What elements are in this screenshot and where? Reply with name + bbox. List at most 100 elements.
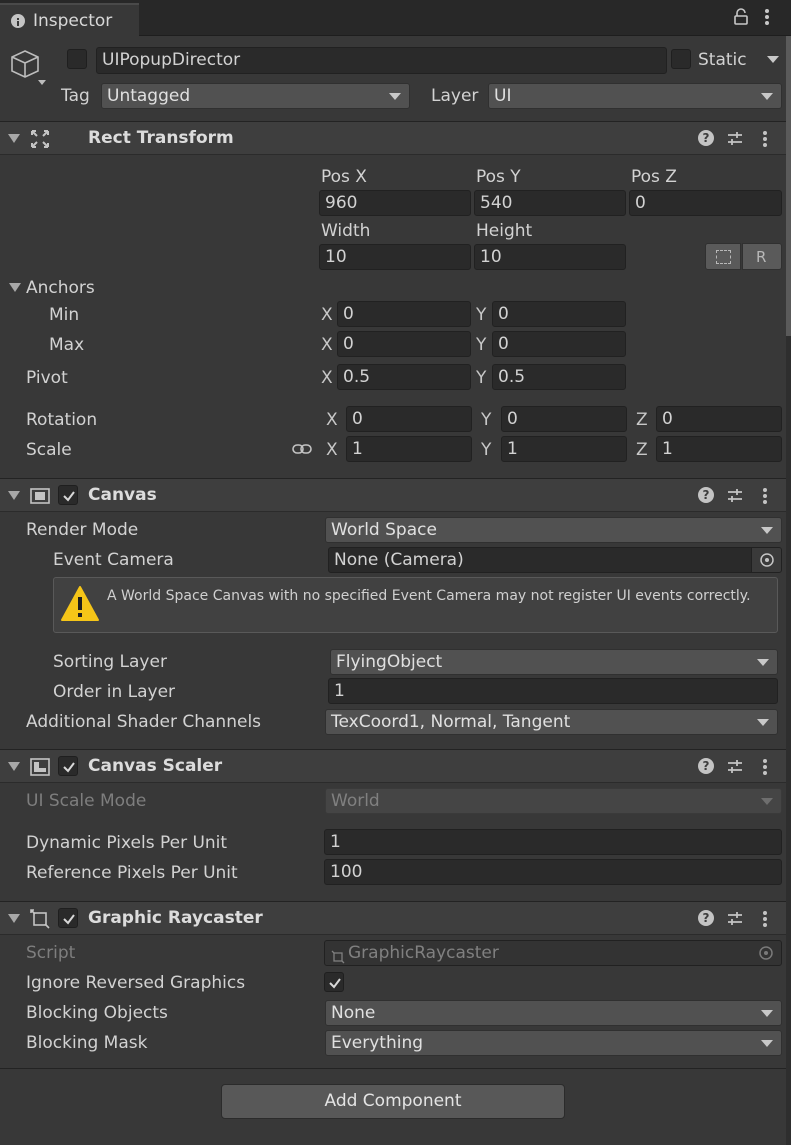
canvas-scaler-header[interactable]: Canvas Scaler ?: [0, 749, 786, 783]
help-icon[interactable]: ?: [698, 758, 714, 774]
warning-box: A World Space Canvas with no specified E…: [53, 577, 778, 633]
lock-icon[interactable]: [733, 8, 749, 26]
anchor-max-y-field[interactable]: 0: [492, 331, 626, 357]
y-axis-label: Y: [476, 305, 487, 325]
warning-text: A World Space Canvas with no specified E…: [107, 588, 751, 604]
scrollbar-thumb[interactable]: [786, 36, 791, 336]
rotation-x-field[interactable]: 0: [346, 406, 472, 432]
event-camera-label: Event Camera: [53, 550, 174, 570]
blueprint-mode-button[interactable]: [705, 243, 741, 270]
help-icon[interactable]: ?: [698, 910, 714, 926]
rect-transform-icon: [30, 129, 50, 149]
canvas-header[interactable]: Canvas ?: [0, 478, 786, 512]
object-picker-icon[interactable]: [751, 548, 781, 572]
presets-icon[interactable]: [726, 910, 744, 928]
anchors-foldout-icon[interactable]: [9, 283, 21, 292]
scale-y-field[interactable]: 1: [501, 436, 627, 462]
pivot-label: Pivot: [26, 368, 68, 388]
dynamic-pixels-field[interactable]: 1: [324, 829, 782, 855]
pos-z-label: Pos Z: [631, 167, 677, 187]
info-icon: [11, 14, 25, 28]
component-menu-icon[interactable]: [762, 129, 768, 149]
sorting-layer-dropdown[interactable]: FlyingObject: [330, 649, 778, 675]
layer-label: Layer: [431, 86, 479, 106]
component-header-icons: ?: [698, 128, 778, 150]
dynamic-pixels-label: Dynamic Pixels Per Unit: [26, 833, 228, 853]
blocking-objects-label: Blocking Objects: [26, 1003, 168, 1023]
static-dropdown-icon[interactable]: [767, 56, 779, 63]
y-axis-label: Y: [476, 335, 487, 355]
canvas-enabled-checkbox[interactable]: [58, 485, 78, 505]
chevron-down-icon: [757, 659, 769, 666]
tag-label: Tag: [61, 86, 90, 106]
raw-edit-icon: R: [756, 248, 767, 266]
anchor-min-x-field[interactable]: 0: [337, 301, 471, 327]
scale-z-field[interactable]: 1: [656, 436, 782, 462]
help-icon[interactable]: ?: [698, 130, 714, 146]
script-field: GraphicRaycaster: [324, 940, 782, 966]
presets-icon[interactable]: [726, 487, 744, 505]
graphic-raycaster-header[interactable]: Graphic Raycaster ?: [0, 901, 786, 935]
chevron-down-icon: [389, 93, 401, 100]
link-icon[interactable]: [292, 441, 312, 457]
pos-x-field[interactable]: 960: [319, 190, 471, 216]
gameobject-cube-icon[interactable]: [8, 48, 48, 88]
foldout-arrow-icon[interactable]: [8, 491, 20, 500]
canvas-title: Canvas: [88, 485, 157, 505]
graphic-raycaster-enabled-checkbox[interactable]: [58, 908, 78, 928]
raw-edit-button[interactable]: R: [742, 243, 782, 270]
pos-z-field[interactable]: 0: [629, 190, 782, 216]
shader-channels-dropdown[interactable]: TexCoord1, Normal, Tangent: [325, 709, 778, 735]
rotation-y-field[interactable]: 0: [501, 406, 627, 432]
order-in-layer-field[interactable]: 1: [328, 678, 778, 704]
z-axis-label: Z: [636, 440, 648, 460]
reference-pixels-field[interactable]: 100: [324, 859, 782, 885]
layer-dropdown[interactable]: UI: [488, 83, 782, 109]
y-axis-label: Y: [481, 410, 492, 430]
component-menu-icon[interactable]: [762, 757, 768, 777]
height-field[interactable]: 10: [474, 244, 626, 270]
blocking-mask-label: Blocking Mask: [26, 1033, 148, 1053]
ignore-reversed-checkbox[interactable]: [324, 972, 344, 992]
gameobject-name-field[interactable]: UIPopupDirector: [96, 47, 667, 74]
static-checkbox[interactable]: [671, 49, 691, 69]
render-mode-dropdown[interactable]: World Space: [325, 517, 782, 543]
tab-inspector[interactable]: Inspector: [0, 3, 139, 37]
order-in-layer-label: Order in Layer: [53, 682, 176, 702]
blocking-objects-dropdown[interactable]: None: [325, 1000, 782, 1026]
rotation-z-field[interactable]: 0: [656, 406, 782, 432]
tag-dropdown[interactable]: Untagged: [101, 83, 410, 109]
anchors-label: Anchors: [26, 278, 95, 298]
help-icon[interactable]: ?: [698, 487, 714, 503]
anchor-min-y-field[interactable]: 0: [492, 301, 626, 327]
foldout-arrow-icon[interactable]: [8, 762, 20, 771]
width-field[interactable]: 10: [319, 244, 471, 270]
ignore-reversed-label: Ignore Reversed Graphics: [26, 973, 246, 993]
render-mode-label: Render Mode: [26, 520, 139, 540]
reference-pixels-label: Reference Pixels Per Unit: [26, 863, 238, 883]
presets-icon[interactable]: [726, 758, 744, 776]
component-menu-icon[interactable]: [762, 909, 768, 929]
anchor-max-x-field[interactable]: 0: [337, 331, 471, 357]
event-camera-field[interactable]: None (Camera): [328, 547, 782, 573]
foldout-arrow-icon[interactable]: [8, 914, 20, 923]
canvas-scaler-enabled-checkbox[interactable]: [58, 756, 78, 776]
pivot-y-field[interactable]: 0.5: [492, 364, 626, 390]
rotation-label: Rotation: [26, 410, 98, 430]
rect-transform-header[interactable]: Rect Transform ?: [0, 121, 786, 155]
active-checkbox[interactable]: [67, 49, 87, 69]
blocking-mask-dropdown[interactable]: Everything: [325, 1030, 782, 1056]
pos-x-label: Pos X: [321, 167, 367, 187]
pos-y-field[interactable]: 540: [474, 190, 626, 216]
canvas-scaler-title: Canvas Scaler: [88, 756, 223, 776]
tab-menu-icon[interactable]: [763, 8, 771, 26]
x-axis-label: X: [326, 440, 338, 460]
scale-x-field[interactable]: 1: [346, 436, 472, 462]
component-menu-icon[interactable]: [762, 486, 768, 506]
presets-icon[interactable]: [726, 130, 744, 148]
width-label: Width: [321, 221, 371, 241]
pivot-x-field[interactable]: 0.5: [337, 364, 471, 390]
chevron-down-icon: [761, 93, 773, 100]
foldout-arrow-icon[interactable]: [8, 134, 20, 143]
add-component-button[interactable]: Add Component: [221, 1084, 565, 1119]
